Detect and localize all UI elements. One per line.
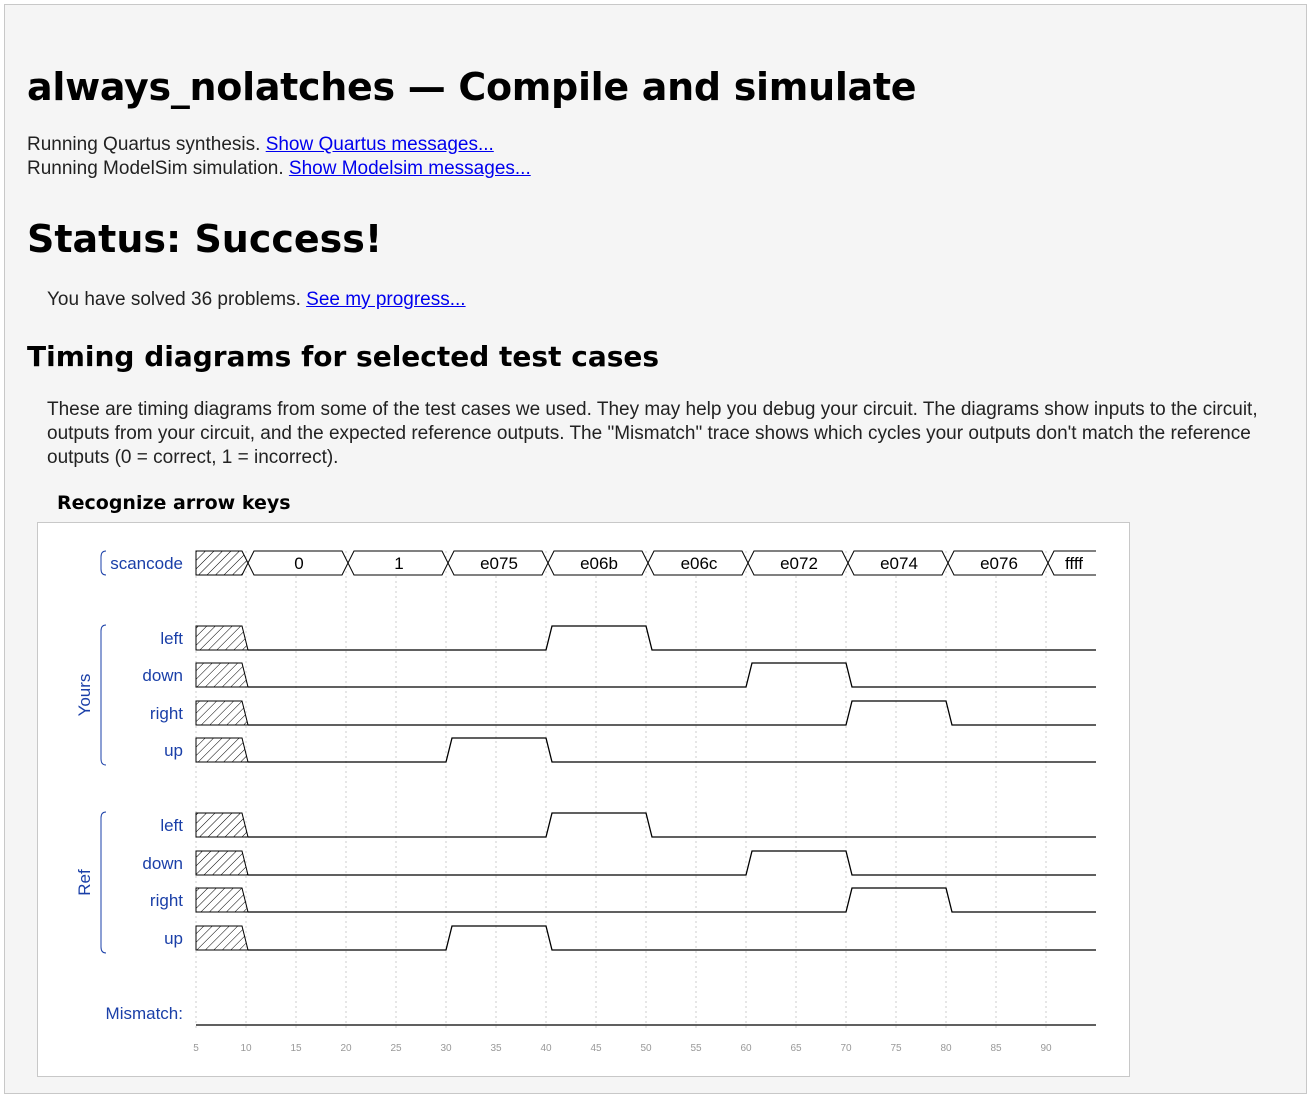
ref-trace-up <box>248 925 1096 951</box>
ref-unknown-region <box>195 812 249 838</box>
quartus-status-text: Running Quartus synthesis. <box>27 134 266 155</box>
yours-bracket <box>100 624 107 766</box>
ref-trace-right <box>248 887 1096 913</box>
ref-bracket <box>100 811 107 954</box>
page-frame: always_nolatches — Compile and simulate … <box>4 4 1307 1094</box>
ref-unknown-region <box>195 925 249 951</box>
yours-trace-down <box>248 662 1096 688</box>
show-modelsim-messages-link[interactable]: Show Modelsim messages... <box>289 158 531 179</box>
yours-unknown-region <box>195 737 249 763</box>
signal-label-mismatch: Mismatch: <box>106 1004 183 1023</box>
time-tick-label: 40 <box>540 1043 552 1054</box>
modelsim-line: Running ModelSim simulation. Show Models… <box>27 158 531 180</box>
yours-signal-label-left: left <box>160 629 183 648</box>
scancode-value-label: 1 <box>394 554 403 573</box>
ref-signal-label-right: right <box>150 891 183 910</box>
scancode-value-label: 0 <box>294 554 303 573</box>
time-tick-label: 15 <box>290 1043 302 1054</box>
scancode-value-label: e074 <box>880 554 918 573</box>
scancode-value-label: ffff <box>1065 554 1083 573</box>
yours-signal-label-up: up <box>164 741 183 760</box>
status-heading: Status: Success! <box>27 217 383 261</box>
ref-signal-label-down: down <box>142 854 183 873</box>
see-my-progress-link[interactable]: See my progress... <box>306 289 465 310</box>
ref-group-label: Ref <box>75 869 94 896</box>
time-tick-label: 60 <box>740 1043 752 1054</box>
time-tick-label: 5 <box>193 1043 199 1054</box>
time-tick-label: 30 <box>440 1043 452 1054</box>
scancode-value-label: e075 <box>480 554 518 573</box>
solved-text: You have solved 36 problems. <box>47 289 307 310</box>
yours-unknown-region <box>195 700 249 726</box>
ref-trace-left <box>248 812 1096 838</box>
time-tick-label: 45 <box>590 1043 602 1054</box>
waveform-svg: 5 10 15 20 25 30 35 40 45 50 55 60 65 70 75 80 85 90scanc… <box>75 540 1096 1054</box>
yours-trace-up <box>248 737 1096 763</box>
time-tick-label: 20 <box>340 1043 352 1054</box>
time-tick-label: 10 <box>240 1043 252 1054</box>
time-tick-label: 35 <box>490 1043 502 1054</box>
yours-signal-label-down: down <box>142 666 183 685</box>
ref-signal-label-left: left <box>160 816 183 835</box>
yours-group-label: Yours <box>75 674 94 717</box>
inputs-bracket <box>100 550 107 576</box>
time-tick-label: 85 <box>990 1043 1002 1054</box>
timing-diagrams-heading: Timing diagrams for selected test cases <box>27 340 660 373</box>
quartus-line: Running Quartus synthesis. Show Quartus … <box>27 134 494 156</box>
ref-signal-label-up: up <box>164 929 183 948</box>
yours-signal-label-right: right <box>150 704 183 723</box>
time-tick-label: 65 <box>790 1043 802 1054</box>
inputs-group-label: Inputs <box>75 540 94 586</box>
time-tick-label: 80 <box>940 1043 952 1054</box>
scancode-value-label: e06c <box>681 554 718 573</box>
scancode-value-label: e072 <box>780 554 818 573</box>
yours-trace-left <box>248 625 1096 651</box>
time-tick-label: 25 <box>390 1043 402 1054</box>
modelsim-status-text: Running ModelSim simulation. <box>27 158 289 179</box>
page-title: always_nolatches — Compile and simulate <box>27 65 917 109</box>
timing-diagram: 5 10 15 20 25 30 35 40 45 50 55 60 65 70 75 80 85 90 scanc… <box>37 522 1130 1077</box>
scancode-value-label: e076 <box>980 554 1018 573</box>
scancode-value-label: e06b <box>580 554 618 573</box>
time-tick-label: 75 <box>890 1043 902 1054</box>
yours-trace-right <box>248 700 1096 726</box>
ref-trace-down <box>248 850 1096 876</box>
yours-unknown-region <box>195 662 249 688</box>
test-case-title: Recognize arrow keys <box>57 492 291 514</box>
signal-label-scancode: scancode <box>110 554 183 573</box>
ref-unknown-region <box>195 887 249 913</box>
show-quartus-messages-link[interactable]: Show Quartus messages... <box>266 134 494 155</box>
time-tick-label: 90 <box>1040 1043 1052 1054</box>
time-tick-label: 55 <box>690 1043 702 1054</box>
yours-unknown-region <box>195 625 249 651</box>
time-tick-label: 70 <box>840 1043 852 1054</box>
time-tick-label: 50 <box>640 1043 652 1054</box>
scancode-unknown-region <box>195 550 249 576</box>
timing-description: These are timing diagrams from some of t… <box>47 399 1258 468</box>
ref-unknown-region <box>195 850 249 876</box>
solved-line: You have solved 36 problems. See my prog… <box>47 289 466 311</box>
